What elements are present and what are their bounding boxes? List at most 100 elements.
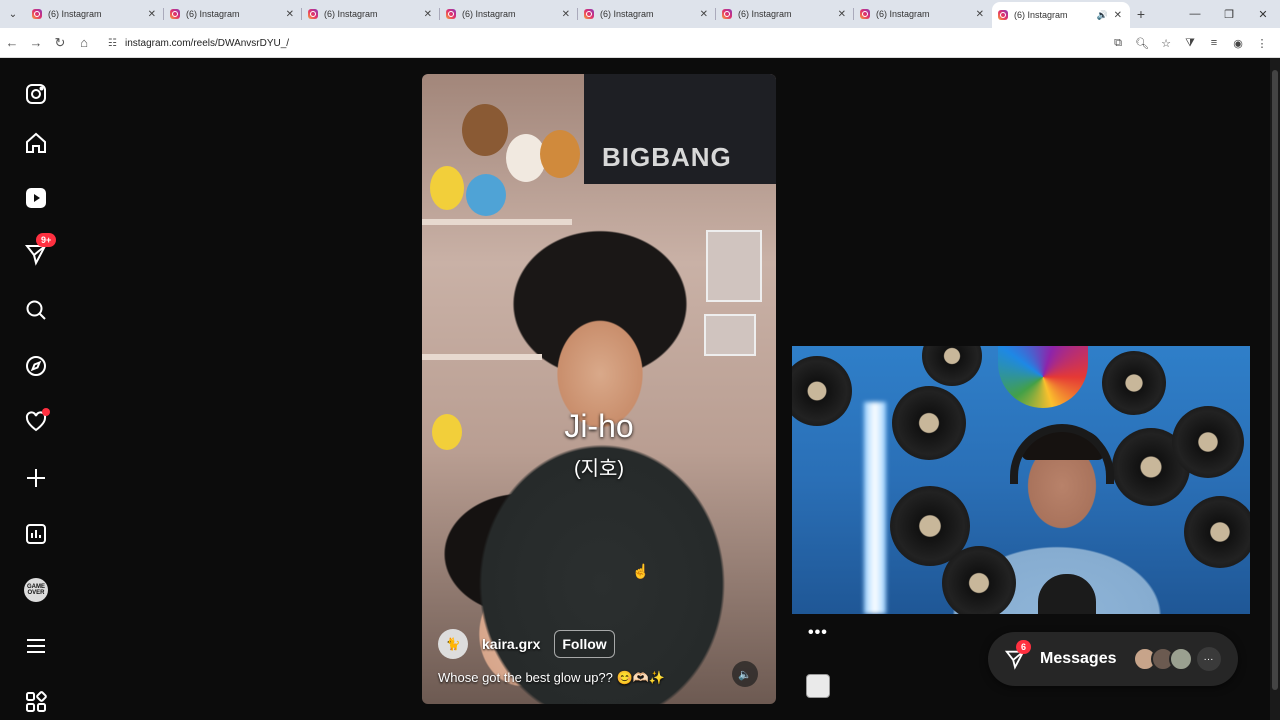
- instagram-favicon-icon: [32, 9, 42, 19]
- reload-icon[interactable]: ↻: [48, 35, 72, 51]
- window-close-icon[interactable]: ✕: [1246, 8, 1280, 21]
- instagram-favicon-icon: [446, 9, 456, 19]
- back-icon[interactable]: ←: [0, 35, 24, 50]
- explore-compass-icon[interactable]: [20, 350, 52, 382]
- search-nav-icon[interactable]: [20, 294, 52, 326]
- reel-video[interactable]: BIGBANG Ji-ho (지호) 🐈 kaira.grx Follow Wh…: [422, 74, 776, 704]
- vinyl-record-icon: [892, 386, 966, 460]
- window-controls: — ❐ ✕: [1178, 0, 1280, 28]
- create-plus-icon[interactable]: [20, 462, 52, 494]
- scrollbar-thumb[interactable]: [1272, 70, 1278, 690]
- messages-badge: 6: [1016, 640, 1032, 654]
- browser-tab[interactable]: (6) Instagram ✕: [716, 0, 854, 28]
- instagram-favicon-icon: [308, 9, 318, 19]
- original-audio-thumbnail[interactable]: [806, 674, 830, 698]
- browser-tab[interactable]: (6) Instagram ✕: [26, 0, 164, 28]
- bookmark-star-icon[interactable]: ☆: [1156, 33, 1176, 53]
- zoom-icon[interactable]: 🔍︎: [1132, 33, 1152, 53]
- more-contacts-icon: ···: [1196, 647, 1221, 671]
- wall-photo: [706, 230, 762, 302]
- tab-search-dropdown-icon[interactable]: ⌄: [0, 0, 26, 28]
- browser-tab-active[interactable]: (6) Instagram 🔊 ✕: [992, 2, 1130, 28]
- browser-toolbar: ← → ↻ ⌂ ☷ instagram.com/reels/DWAnvsrDYU…: [0, 28, 1280, 58]
- tab-close-icon[interactable]: ✕: [700, 9, 708, 20]
- tab-close-icon[interactable]: ✕: [562, 9, 570, 20]
- plush-toy: [430, 166, 464, 210]
- reels-nav-icon[interactable]: [20, 182, 52, 214]
- tab-close-icon[interactable]: ✕: [1114, 10, 1122, 21]
- minimize-icon[interactable]: —: [1178, 8, 1212, 20]
- media-controls-icon[interactable]: ≡: [1204, 33, 1224, 53]
- notifications-heart-icon[interactable]: [20, 406, 52, 438]
- poster-text: BIGBANG: [602, 142, 732, 172]
- profile-icon[interactable]: ◉: [1228, 33, 1248, 53]
- dashboard-chart-icon[interactable]: [20, 518, 52, 550]
- new-tab-icon[interactable]: +: [1130, 6, 1152, 22]
- contact-avatar: [1168, 647, 1193, 671]
- author-username[interactable]: kaira.grx: [482, 636, 540, 652]
- tab-title: (6) Instagram: [462, 9, 516, 19]
- instagram-favicon-icon: [170, 9, 180, 19]
- more-menu-icon[interactable]: [20, 630, 52, 662]
- video-caption-name: Ji-ho: [564, 408, 634, 444]
- follow-button[interactable]: Follow: [554, 630, 615, 658]
- messages-button[interactable]: 6 Messages ···: [988, 632, 1238, 686]
- plush-toy: [466, 174, 506, 216]
- messages-nav-icon[interactable]: 9+: [20, 233, 57, 270]
- shelf: [422, 354, 542, 360]
- streamer-webcam-overlay: [792, 346, 1250, 614]
- instagram-sidebar: 9+ GAME OVER: [0, 58, 72, 720]
- microphone: [1038, 574, 1096, 614]
- tab-close-icon[interactable]: ✕: [424, 9, 432, 20]
- home-nav-icon[interactable]: [20, 127, 52, 159]
- address-bar[interactable]: ☷ instagram.com/reels/DWAnvsrDYU_/: [108, 33, 1088, 53]
- direct-message-icon: 6: [1004, 640, 1032, 670]
- plush-toy: [540, 130, 580, 178]
- forward-icon[interactable]: →: [24, 35, 48, 50]
- browser-tab[interactable]: (6) Instagram ✕: [578, 0, 716, 28]
- install-app-icon[interactable]: ⧉: [1108, 33, 1128, 53]
- plush-toy: [462, 104, 508, 156]
- browser-tab[interactable]: (6) Instagram ✕: [164, 0, 302, 28]
- more-options-icon[interactable]: •••: [808, 624, 828, 642]
- page-scrollbar[interactable]: [1270, 58, 1280, 720]
- instagram-logo-icon[interactable]: [20, 78, 52, 110]
- profile-avatar[interactable]: GAME OVER: [20, 574, 52, 606]
- recent-contacts: [1132, 647, 1193, 671]
- author-avatar[interactable]: 🐈: [438, 629, 468, 659]
- vinyl-record-icon: [1184, 496, 1250, 568]
- wall-photo: [704, 314, 756, 356]
- headset: [1010, 424, 1114, 484]
- tab-close-icon[interactable]: ✕: [838, 9, 846, 20]
- restore-icon[interactable]: ❐: [1212, 8, 1246, 21]
- browser-tab[interactable]: (6) Instagram ✕: [440, 0, 578, 28]
- browser-tab[interactable]: (6) Instagram ✕: [854, 0, 992, 28]
- also-from-meta-icon[interactable]: [20, 686, 52, 718]
- rainbow-record: [998, 346, 1088, 408]
- tab-close-icon[interactable]: ✕: [286, 9, 294, 20]
- video-caption-korean: (지호): [573, 458, 625, 480]
- instagram-favicon-icon: [860, 9, 870, 19]
- tab-close-icon[interactable]: ✕: [976, 9, 984, 20]
- site-info-icon[interactable]: ☷: [108, 38, 117, 49]
- vinyl-record-icon: [1102, 351, 1166, 415]
- vinyl-record-icon: [792, 356, 852, 426]
- tab-close-icon[interactable]: ✕: [148, 9, 156, 20]
- tab-title: (6) Instagram: [876, 9, 930, 19]
- extensions-icon[interactable]: ⧩: [1180, 33, 1200, 53]
- notification-dot: [42, 408, 50, 416]
- browser-tab[interactable]: (6) Instagram ✕: [302, 0, 440, 28]
- menu-kebab-icon[interactable]: ⋮: [1252, 33, 1272, 53]
- tab-title: (6) Instagram: [324, 9, 378, 19]
- profile-avatar-image: GAME OVER: [24, 578, 48, 602]
- home-icon[interactable]: ⌂: [72, 35, 96, 50]
- tab-audio-icon[interactable]: 🔊: [1097, 10, 1108, 21]
- shelf: [422, 219, 572, 225]
- volume-icon[interactable]: 🔈: [732, 661, 758, 687]
- reel-caption[interactable]: Whose got the best glow up?? 😊🫶🏻✨: [438, 670, 665, 686]
- vinyl-record-icon: [942, 546, 1016, 614]
- reel-author: 🐈 kaira.grx Follow: [438, 629, 615, 659]
- vinyl-record-icon: [1172, 406, 1244, 478]
- tab-title: (6) Instagram: [738, 9, 792, 19]
- neon-light: [864, 402, 886, 614]
